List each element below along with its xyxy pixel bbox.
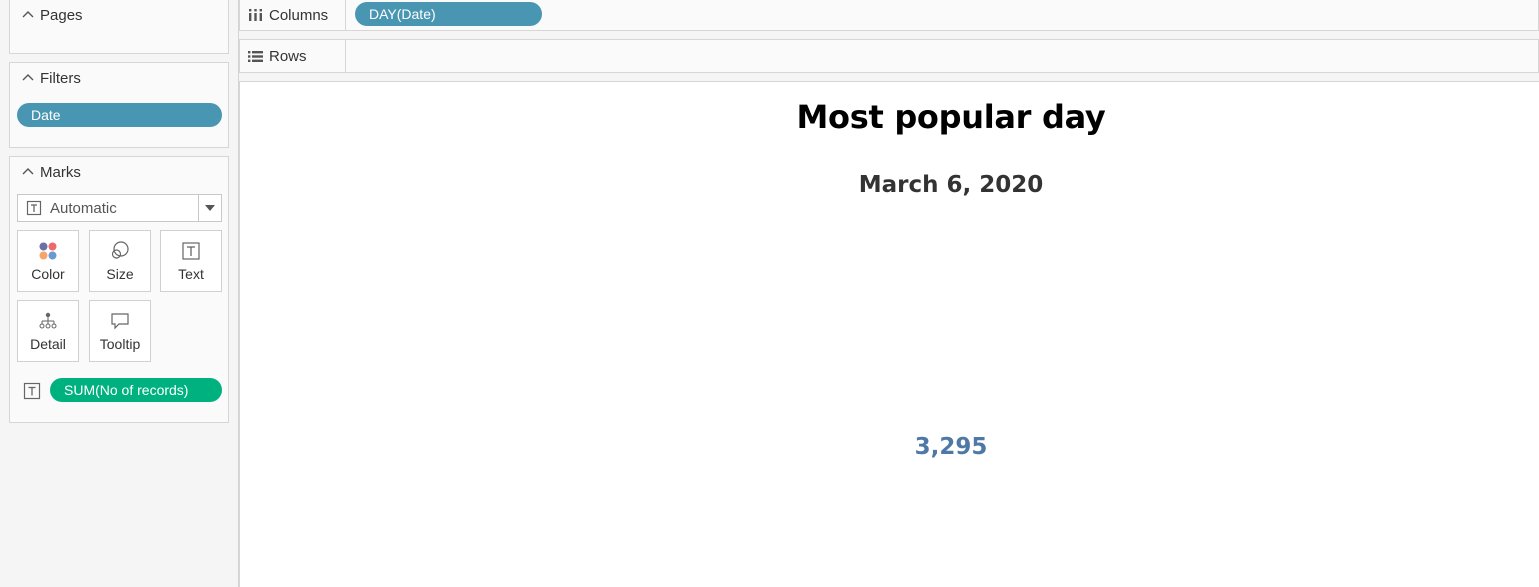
columns-shelf-label: Columns: [240, 0, 346, 30]
filters-card-title: Filters: [40, 69, 81, 87]
text-mark-icon[interactable]: [23, 382, 41, 400]
tooltip-button[interactable]: Tooltip: [89, 300, 151, 362]
size-button-label: Size: [106, 266, 134, 282]
size-icon: [111, 241, 129, 259]
columns-icon: [249, 9, 262, 21]
columns-label: Columns: [269, 6, 329, 24]
color-button-label: Color: [31, 266, 65, 282]
marks-card: Marks Automatic Color Size Text Detail T…: [9, 156, 229, 423]
viz-subtitle: March 6, 2020: [858, 172, 1044, 198]
chevron-up-icon[interactable]: [20, 164, 36, 180]
pages-card: Pages: [9, 0, 229, 54]
chevron-up-icon[interactable]: [20, 70, 36, 86]
mark-type-label: Automatic: [50, 199, 117, 217]
color-button[interactable]: Color: [17, 230, 79, 292]
rows-shelf-label: Rows: [240, 40, 346, 72]
filters-card: Filters Date: [9, 62, 229, 148]
detail-button[interactable]: Detail: [17, 300, 79, 362]
detail-button-label: Detail: [30, 336, 66, 352]
pages-card-header[interactable]: Pages: [20, 4, 83, 26]
dropdown-arrow-icon: [205, 205, 215, 211]
rows-icon: [248, 50, 263, 62]
text-button-label: Text: [178, 266, 204, 282]
tooltip-icon: [111, 313, 129, 330]
viz-canvas[interactable]: Most popular day March 6, 2020 3,295: [239, 81, 1539, 587]
filter-pill-date[interactable]: Date: [17, 103, 222, 127]
rows-shelf[interactable]: Rows: [239, 39, 1539, 73]
mark-type-dropdown-button[interactable]: [198, 195, 221, 221]
text-field-pill[interactable]: SUM(No of records): [50, 378, 222, 402]
marks-card-title: Marks: [40, 163, 81, 181]
text-button[interactable]: Text: [160, 230, 222, 292]
marks-card-header[interactable]: Marks: [20, 161, 81, 183]
columns-shelf[interactable]: Columns DAY(Date): [239, 0, 1539, 31]
detail-icon: [39, 312, 57, 329]
tooltip-button-label: Tooltip: [99, 336, 141, 352]
viz-title: Most popular day: [796, 98, 1106, 136]
cards-pane: Pages Filters Date Marks Automatic Color…: [0, 0, 239, 587]
pages-card-title: Pages: [40, 6, 83, 24]
text-mark-icon: [26, 200, 42, 216]
rows-label: Rows: [269, 47, 307, 65]
size-button[interactable]: Size: [89, 230, 151, 292]
mark-type-dropdown[interactable]: Automatic: [17, 194, 222, 222]
filters-card-header[interactable]: Filters: [20, 67, 81, 89]
color-icon: [39, 242, 57, 260]
viz-value-mark[interactable]: 3,295: [240, 434, 1539, 460]
columns-pill-day-date[interactable]: DAY(Date): [355, 2, 542, 26]
text-mark-icon: [182, 242, 200, 260]
chevron-up-icon[interactable]: [20, 7, 36, 23]
